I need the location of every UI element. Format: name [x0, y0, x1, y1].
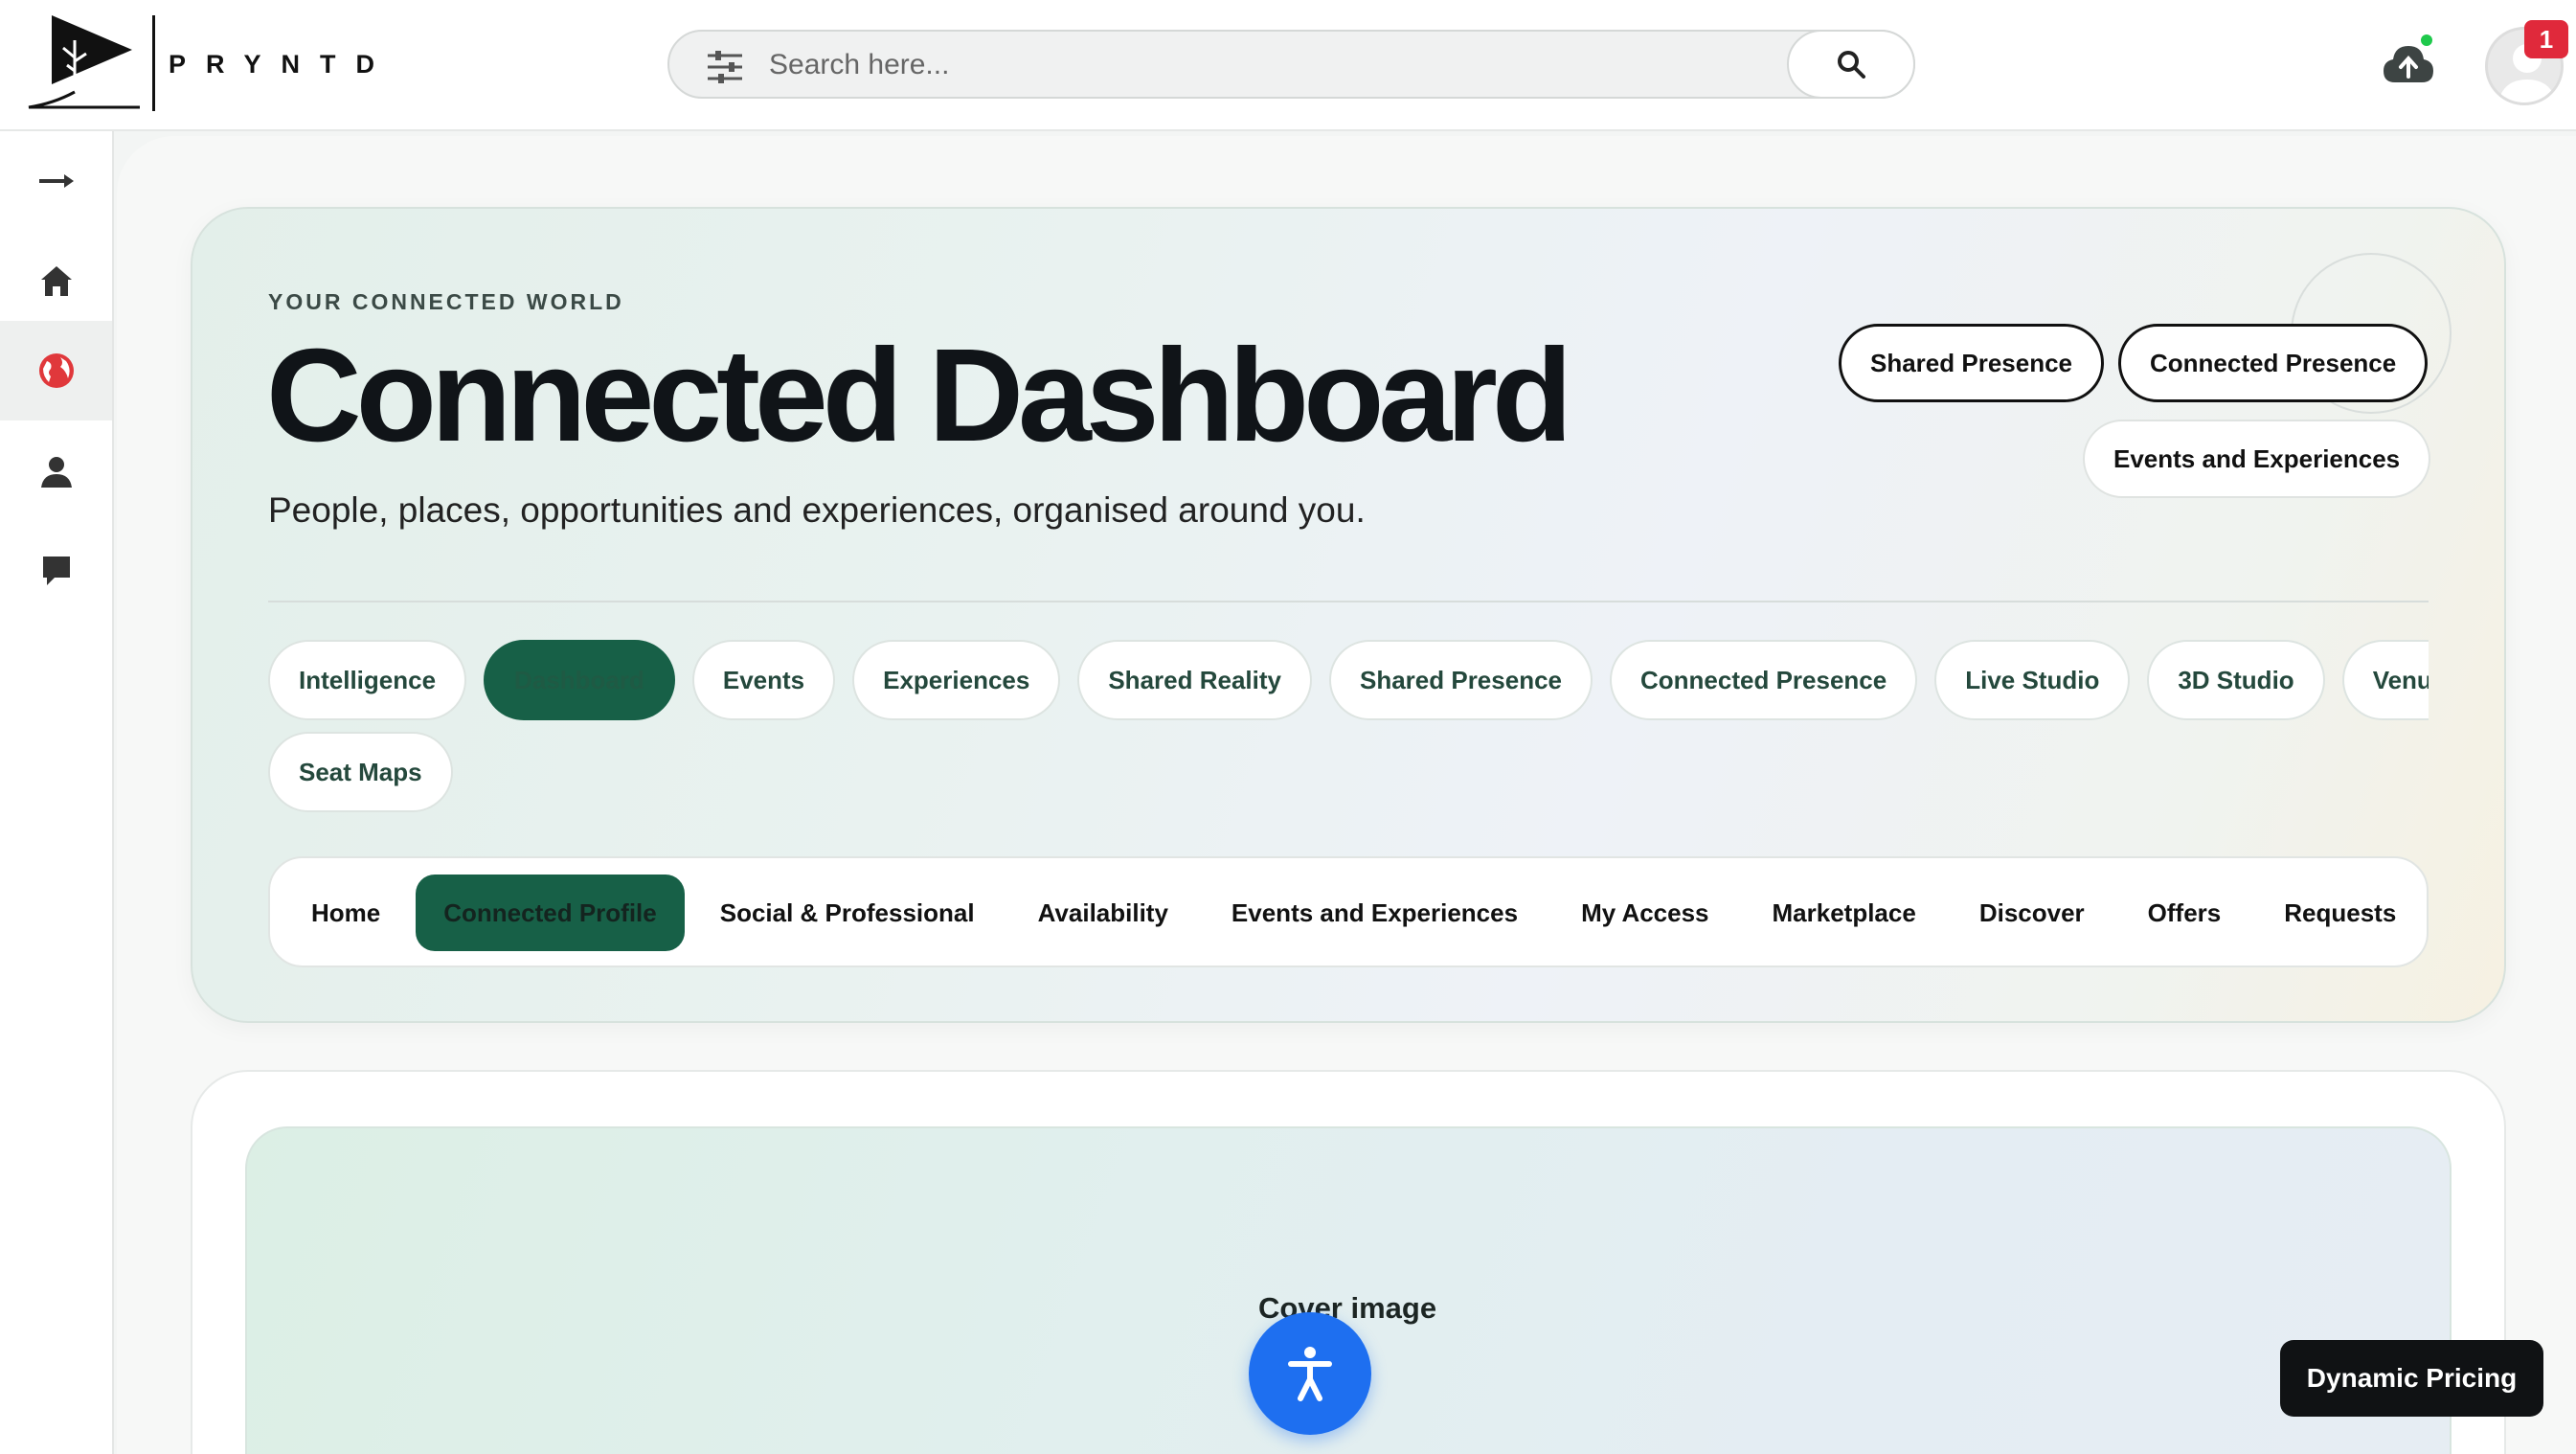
pill-events-and-experiences[interactable]: Events and Experiences — [2083, 420, 2431, 498]
sidebar-item-home[interactable] — [0, 231, 112, 330]
tab-connected-profile[interactable]: Connected Profile — [416, 875, 685, 951]
tab-home[interactable]: Home — [283, 875, 408, 951]
chat-icon — [42, 557, 70, 585]
notification-badge[interactable]: 1 — [2524, 20, 2568, 58]
sidebar-item-messages[interactable] — [0, 522, 112, 622]
chip-events[interactable]: Events — [691, 640, 836, 720]
chip-shared-presence[interactable]: Shared Presence — [1328, 640, 1593, 720]
tab-my-access[interactable]: My Access — [1553, 875, 1736, 951]
search-icon — [1838, 51, 1865, 79]
chip-connected-presence[interactable]: Connected Presence — [1610, 640, 1918, 720]
accessibility-icon — [1288, 1347, 1332, 1401]
profile-tab-bar: Home Connected Profile Social & Professi… — [268, 856, 2429, 967]
sidebar — [0, 131, 114, 1454]
hero-eyebrow: YOUR CONNECTED WORLD — [268, 289, 624, 314]
globe-icon — [38, 353, 74, 388]
online-status-dot — [2419, 33, 2434, 48]
logo-divider — [152, 15, 155, 111]
brand-logo[interactable]: PRYNTD — [25, 11, 374, 115]
tab-events-and-experiences[interactable]: Events and Experiences — [1204, 875, 1546, 951]
page-subtitle: People, places, opportunities and experi… — [268, 490, 1366, 530]
page-title: Connected Dashboard — [266, 322, 1572, 469]
chip-dashboard[interactable]: Dashboard — [484, 640, 675, 720]
tab-marketplace[interactable]: Marketplace — [1745, 875, 1944, 951]
search-input[interactable] — [769, 41, 1727, 89]
chip-live-studio[interactable]: Live Studio — [1934, 640, 2131, 720]
brand-name: PRYNTD — [169, 50, 395, 79]
filter-sliders-icon[interactable] — [706, 51, 744, 83]
tab-requests[interactable]: Requests — [2256, 875, 2424, 951]
pill-shared-presence[interactable]: Shared Presence — [1839, 324, 2105, 402]
user-icon — [40, 457, 72, 488]
chip-3d-studio[interactable]: 3D Studio — [2147, 640, 2325, 720]
search-bar — [667, 30, 1915, 99]
tab-availability[interactable]: Availability — [1010, 875, 1196, 951]
section-chips: Intelligence Dashboard Events Experience… — [268, 640, 2429, 726]
sidebar-item-profile[interactable] — [0, 422, 112, 522]
hero-divider — [268, 601, 2429, 602]
chip-shared-reality[interactable]: Shared Reality — [1077, 640, 1312, 720]
search-button[interactable] — [1787, 30, 1915, 99]
dynamic-pricing-button[interactable]: Dynamic Pricing — [2280, 1340, 2543, 1417]
chip-venues[interactable]: Venues — [2341, 640, 2429, 720]
sidebar-item-world[interactable] — [0, 321, 112, 420]
chip-intelligence[interactable]: Intelligence — [268, 640, 467, 720]
home-icon — [40, 266, 72, 296]
chip-seat-maps[interactable]: Seat Maps — [268, 732, 453, 812]
top-bar: PRYNTD 1 — [0, 0, 2576, 131]
chip-experiences[interactable]: Experiences — [852, 640, 1061, 720]
arrow-right-icon — [38, 174, 74, 188]
play-tree-logo-icon — [28, 15, 140, 109]
sidebar-expand-button[interactable] — [0, 131, 112, 231]
accessibility-button[interactable] — [1249, 1312, 1371, 1435]
tab-discover[interactable]: Discover — [1952, 875, 2113, 951]
tab-offers[interactable]: Offers — [2120, 875, 2249, 951]
tab-social-professional[interactable]: Social & Professional — [692, 875, 1003, 951]
pill-connected-presence[interactable]: Connected Presence — [2118, 324, 2429, 402]
